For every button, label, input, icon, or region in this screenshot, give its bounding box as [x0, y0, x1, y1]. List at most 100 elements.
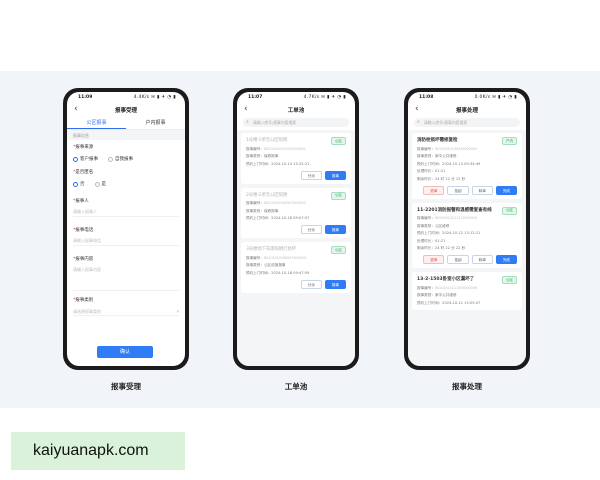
status-badge: 公区: [331, 191, 346, 200]
tab-public-report[interactable]: 公区报事: [67, 117, 126, 129]
assign-button[interactable]: 分派: [300, 225, 322, 234]
report-button[interactable]: 报事: [324, 225, 346, 234]
chevron-right-icon: ›: [176, 308, 179, 315]
screen: 11:09 4.4K/s ✉ ▮ ✈ ◔ ▮ ‹ 报事受理 公区报事 户内报事 …: [67, 92, 185, 366]
search-input[interactable]: ⌕ 请输入房号/报事内容搜索: [243, 118, 349, 127]
handle-duration: 处理时长：01:21: [417, 169, 446, 173]
radio-on-icon: [73, 181, 78, 187]
ticket-category: 报事类别：保修报事: [246, 208, 279, 213]
radio-off-icon: [94, 181, 100, 187]
ticket-category: 报事类别：公区维修: [417, 223, 450, 228]
reporter-input[interactable]: 请输入报事人: [73, 209, 179, 217]
ticket-list: 1号楼-1单元公区照明 公区 报事编号：BS202410141522000001…: [237, 130, 355, 366]
search-icon: ⌕: [246, 119, 249, 125]
ticket-number: 报事编号：BS202410121312000005: [417, 216, 477, 220]
tab-indoor-report[interactable]: 户内报事: [126, 117, 185, 129]
source-field: *报事来源 客户报事 自我报事: [67, 140, 185, 163]
radio-no[interactable]: 否: [73, 181, 85, 187]
page-title: 报事处理: [455, 108, 478, 114]
ticket-card[interactable]: 3号楼地下车库照明灯损坏 公区 报事编号：BS20241018094700000…: [241, 242, 351, 293]
search-input[interactable]: ⌕ 请输入房号/报事内容搜索: [414, 118, 520, 127]
phone-input[interactable]: 请输入报事电话: [73, 238, 179, 246]
status-icons: 4.7K/s ✉ ▮ ✈ ◔ ▮: [303, 95, 346, 100]
phone-field: *报事电话 请输入报事电话: [67, 217, 185, 246]
status-badge: 公区: [502, 206, 517, 215]
radio-on-icon: [73, 156, 78, 162]
complete-button[interactable]: 完成: [495, 185, 517, 195]
suspend-button[interactable]: 挂起: [447, 255, 469, 264]
radio-customer[interactable]: 客户报事: [73, 156, 98, 162]
handle-duration: 处理时长：01:21: [417, 238, 446, 243]
phone-report-handle: 11:08 0.0K/s ✉ ▮ ✈ ◔ ▮ ‹ 报事处理 ⌕ 请输入房号/报事…: [404, 88, 530, 370]
ticket-category: 报事类别：家中公共维修: [417, 293, 457, 297]
source-label: *报事来源: [73, 145, 94, 150]
page-title: 工单池: [287, 108, 305, 114]
ticket-time: 预约上门时间：2024-10-14 15:22:21: [246, 161, 310, 166]
watermark: kaiyuanapk.com: [11, 432, 185, 470]
page-title: 报事受理: [114, 108, 137, 114]
ticket-card[interactable]: 消防栓损坏需修复检 户内 报事编号：BS202410130934000004 报…: [412, 133, 522, 199]
assign-button[interactable]: 分派: [300, 170, 322, 180]
return-button[interactable]: 退单: [423, 185, 445, 195]
ticket-time: 预约上门时间：2024-10-12 13:12:21: [417, 231, 481, 235]
section-header: 报事信息: [67, 130, 185, 140]
screen: 11:08 0.0K/s ✉ ▮ ✈ ◔ ▮ ‹ 报事处理 ⌕ 请输入房号/报事…: [408, 92, 526, 366]
ticket-time: 预约上门时间：2024-10-13 09:34:49: [417, 161, 481, 166]
content-input[interactable]: 请输入报事内容: [73, 267, 179, 291]
status-bar: 11:08 0.0K/s ✉ ▮ ✈ ◔ ▮: [408, 92, 526, 103]
back-icon[interactable]: ‹: [74, 104, 78, 114]
caption-ticket-pool: 工单池: [284, 382, 308, 391]
category-select[interactable]: 请选择报事类别 ›: [73, 308, 179, 316]
ticket-number: 报事编号：BS202410111505000006: [417, 285, 477, 290]
return-button[interactable]: 退单: [423, 255, 445, 264]
ticket-category: 报事类别：保修报事: [246, 154, 279, 158]
ticket-card[interactable]: 11-2201消防报警和温感需复查有线 公区 报事编号：BS2024101213…: [412, 202, 522, 268]
status-badge: 户内: [502, 137, 517, 145]
nav-bar: ‹ 工单池: [237, 103, 355, 117]
assign-button[interactable]: 分派: [300, 279, 322, 289]
status-bar: 11:07 4.7K/s ✉ ▮ ✈ ◔ ▮: [237, 92, 355, 103]
back-icon[interactable]: ‹: [244, 104, 248, 114]
confirm-button[interactable]: 确认: [97, 346, 153, 358]
status-time: 11:07: [248, 95, 263, 100]
ticket-number: 报事编号：BS202410180907000002: [246, 201, 306, 205]
status-badge: 公区: [502, 276, 517, 284]
report-button[interactable]: 报事: [324, 279, 346, 289]
ticket-card[interactable]: 1号楼-1单元公区照明 公区 报事编号：BS202410141522000001…: [241, 133, 351, 184]
status-bar: 11:09 4.4K/s ✉ ▮ ✈ ◔ ▮: [67, 92, 185, 103]
transfer-button[interactable]: 转单: [471, 185, 493, 195]
phone-report-accept: 11:09 4.4K/s ✉ ▮ ✈ ◔ ▮ ‹ 报事受理 公区报事 户内报事 …: [63, 88, 189, 370]
back-icon[interactable]: ‹: [415, 104, 419, 114]
radio-self[interactable]: 自我报事: [108, 156, 133, 162]
complete-button[interactable]: 完成: [495, 255, 517, 264]
ticket-number: 报事编号：BS202410141522000001: [246, 146, 306, 151]
radio-yes[interactable]: 是: [94, 181, 106, 187]
remaining-time: 剩余时长：24 时 22 分 12 秒: [417, 176, 466, 181]
nav-bar: ‹ 报事处理: [408, 103, 526, 117]
screen: 11:07 4.7K/s ✉ ▮ ✈ ◔ ▮ ‹ 工单池 ⌕ 请输入房号/报事内…: [237, 92, 355, 366]
suspend-button[interactable]: 挂起: [447, 185, 469, 195]
phone-ticket-pool: 11:07 4.7K/s ✉ ▮ ✈ ◔ ▮ ‹ 工单池 ⌕ 请输入房号/报事内…: [233, 88, 359, 370]
category-label: *报事类别: [73, 298, 94, 303]
reporter-field: *报事人 请输入报事人: [67, 188, 185, 217]
status-badge: 公区: [331, 137, 346, 145]
status-time: 11:09: [78, 95, 93, 100]
ticket-number: 报事编号：BS202410130934000004: [417, 146, 477, 151]
ticket-card[interactable]: 2号楼-2单元公区照明 公区 报事编号：BS202410180907000002…: [241, 187, 351, 238]
status-badge: 公区: [331, 246, 346, 254]
anonymous-field: *是否匿名 否 是: [67, 163, 185, 188]
caption-report-handle: 报事处理: [452, 382, 482, 391]
transfer-button[interactable]: 转单: [471, 255, 493, 264]
search-icon: ⌕: [417, 119, 420, 125]
ticket-time: 预约上门时间：2024-10-11 15:05:07: [417, 300, 481, 305]
ticket-time: 预约上门时间：2024-10-18 09:07:57: [246, 216, 310, 220]
phone-label: *报事电话: [73, 228, 94, 233]
ticket-card[interactable]: 13-2-1503卧室小区漏坏了 公区 报事编号：BS2024101115050…: [412, 272, 522, 310]
reporter-label: *报事人: [73, 199, 89, 204]
ticket-category: 报事类别：家中公共维修: [417, 154, 457, 158]
report-button[interactable]: 报事: [324, 170, 346, 180]
status-icons: 0.0K/s ✉ ▮ ✈ ◔ ▮: [474, 95, 517, 100]
radio-off-icon: [108, 156, 113, 162]
ticket-list: 消防栓损坏需修复检 户内 报事编号：BS202410130934000004 报…: [408, 130, 526, 366]
status-icons: 4.4K/s ✉ ▮ ✈ ◔ ▮: [133, 95, 176, 100]
